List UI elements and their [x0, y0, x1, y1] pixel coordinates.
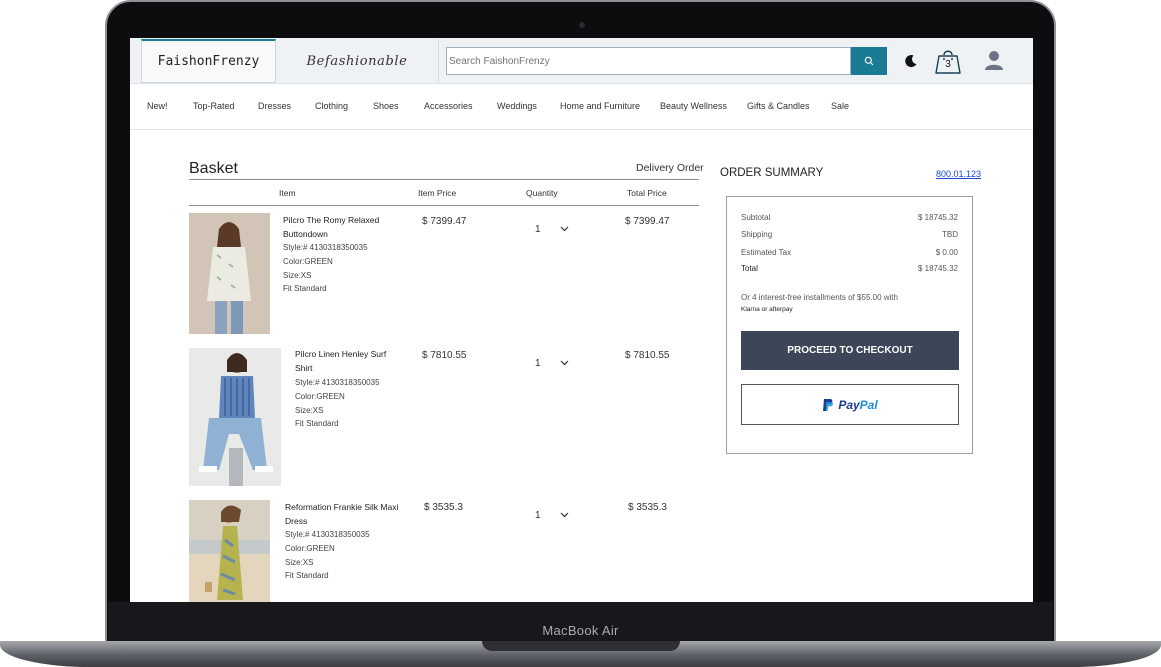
chevron-down-icon[interactable] [560, 226, 569, 232]
order-summary-title: ORDER SUMMARY [720, 167, 824, 179]
site-logo[interactable]: FaishonFrenzy [141, 39, 276, 83]
category-nav: New! Top-Rated Dresses Clothing Shoes Ac… [130, 84, 1033, 130]
dark-mode-icon[interactable] [903, 53, 919, 69]
total-price: $ 7810.55 [625, 350, 670, 361]
product-image[interactable] [189, 348, 281, 486]
nav-item-dresses[interactable]: Dresses [258, 101, 291, 111]
nav-item-clothing[interactable]: Clothing [315, 101, 348, 111]
product-image[interactable] [189, 500, 270, 602]
paypal-button[interactable]: PayPal [741, 384, 959, 425]
nav-item-accessories[interactable]: Accessories [424, 101, 473, 111]
nav-item-top-rated[interactable]: Top-Rated [193, 101, 235, 111]
search-icon [864, 56, 874, 66]
tax-label: Estimated Tax [741, 248, 792, 257]
product-style: Style:# 4130318350035 [283, 243, 368, 252]
camera-icon [579, 22, 585, 28]
product-size: Size:XS [283, 270, 312, 280]
klarna-afterpay-text: Klarna or afterpay [741, 306, 793, 313]
product-image[interactable] [189, 213, 270, 334]
paypal-wordmark-pay: Pay [838, 397, 860, 412]
nav-item-sale[interactable]: Sale [831, 101, 849, 111]
column-header-item: Item [279, 188, 296, 198]
nav-item-shoes[interactable]: Shoes [373, 101, 399, 111]
product-name[interactable]: Pilcro The Romy Relaxed Buttondown [283, 214, 388, 241]
divider [189, 179, 699, 180]
quantity-value[interactable]: 1 [535, 358, 541, 369]
divider [189, 205, 699, 206]
column-header-item-price: Item Price [418, 188, 457, 198]
brand-tab[interactable]: Befashionable [276, 39, 439, 83]
device-label: MacBook Air [542, 623, 619, 638]
shipping-label: Shipping [741, 230, 773, 239]
browser-screen: FaishonFrenzy Befashionable 3 New! Top-R… [130, 38, 1033, 602]
column-header-total-price: Total Price [627, 188, 667, 198]
subtotal-value: $ 18745.32 [917, 213, 958, 222]
total-label: Total [741, 264, 758, 273]
nav-item-home-furniture[interactable]: Home and Furniture [560, 101, 640, 111]
subtotal-label: Subtotal [741, 213, 771, 222]
nav-item-beauty-wellness[interactable]: Beauty Wellness [660, 101, 727, 111]
product-size: Size:XS [285, 557, 314, 567]
product-details: Style:# 4130318350035 Color:GREEN Size:X… [295, 376, 380, 431]
product-fit: Fit Standard [283, 284, 327, 294]
cart-count: 3 [945, 59, 951, 70]
nav-item-weddings[interactable]: Weddings [497, 101, 537, 111]
product-details: Style:# 4130318350035 Color:GREEN Size:X… [283, 241, 368, 296]
tax-value: $ 0.00 [935, 248, 958, 257]
top-bar: FaishonFrenzy Befashionable 3 [130, 38, 1033, 84]
user-icon[interactable] [983, 49, 1005, 71]
nav-item-gifts-candles[interactable]: Gifts & Candles [747, 101, 810, 111]
total-price: $ 3535.3 [628, 502, 667, 513]
total-value: $ 18745.32 [917, 264, 958, 273]
product-style: Style:# 4130318350035 [285, 530, 370, 539]
paypal-icon [823, 398, 834, 411]
chevron-down-icon[interactable] [560, 512, 569, 518]
product-color: Color:GREEN [285, 543, 335, 553]
column-header-quantity: Quantity [526, 188, 558, 198]
paypal-wordmark-pal: Pal [859, 397, 878, 412]
product-name[interactable]: Reformation Frankie Silk Maxi Dress [285, 501, 400, 528]
product-fit: Fit Standard [295, 419, 339, 429]
laptop-hinge [482, 641, 680, 651]
paypal-wordmark: PayPal [838, 398, 877, 412]
quantity-value[interactable]: 1 [535, 510, 541, 521]
product-color: Color:GREEN [295, 391, 345, 401]
product-color: Color:GREEN [283, 256, 333, 266]
total-price: $ 7399.47 [625, 216, 670, 227]
product-style: Style:# 4130318350035 [295, 378, 380, 387]
item-price: $ 3535.3 [424, 502, 463, 513]
product-name[interactable]: Pilcro Linen Henley Surf Shirt [295, 348, 390, 375]
item-price: $ 7399.47 [422, 216, 467, 227]
shipping-value: TBD [942, 230, 958, 239]
basket-title: Basket [189, 160, 238, 177]
proceed-to-checkout-button[interactable]: PROCEED TO CHECKOUT [741, 331, 959, 370]
item-price: $ 7810.55 [422, 350, 467, 361]
search-input[interactable] [446, 47, 851, 75]
product-details: Style:# 4130318350035 Color:GREEN Size:X… [285, 528, 370, 583]
delivery-order-label[interactable]: Delivery Order [636, 162, 704, 174]
product-size: Size:XS [295, 405, 324, 415]
product-fit: Fit Standard [285, 571, 329, 581]
search-button[interactable] [851, 47, 887, 75]
chevron-down-icon[interactable] [560, 360, 569, 366]
quantity-value[interactable]: 1 [535, 224, 541, 235]
nav-item-new[interactable]: New! [147, 101, 168, 111]
installment-text: Or 4 interest-free installments of $55.0… [741, 293, 898, 302]
phone-link[interactable]: 800.01.123 [936, 169, 981, 179]
